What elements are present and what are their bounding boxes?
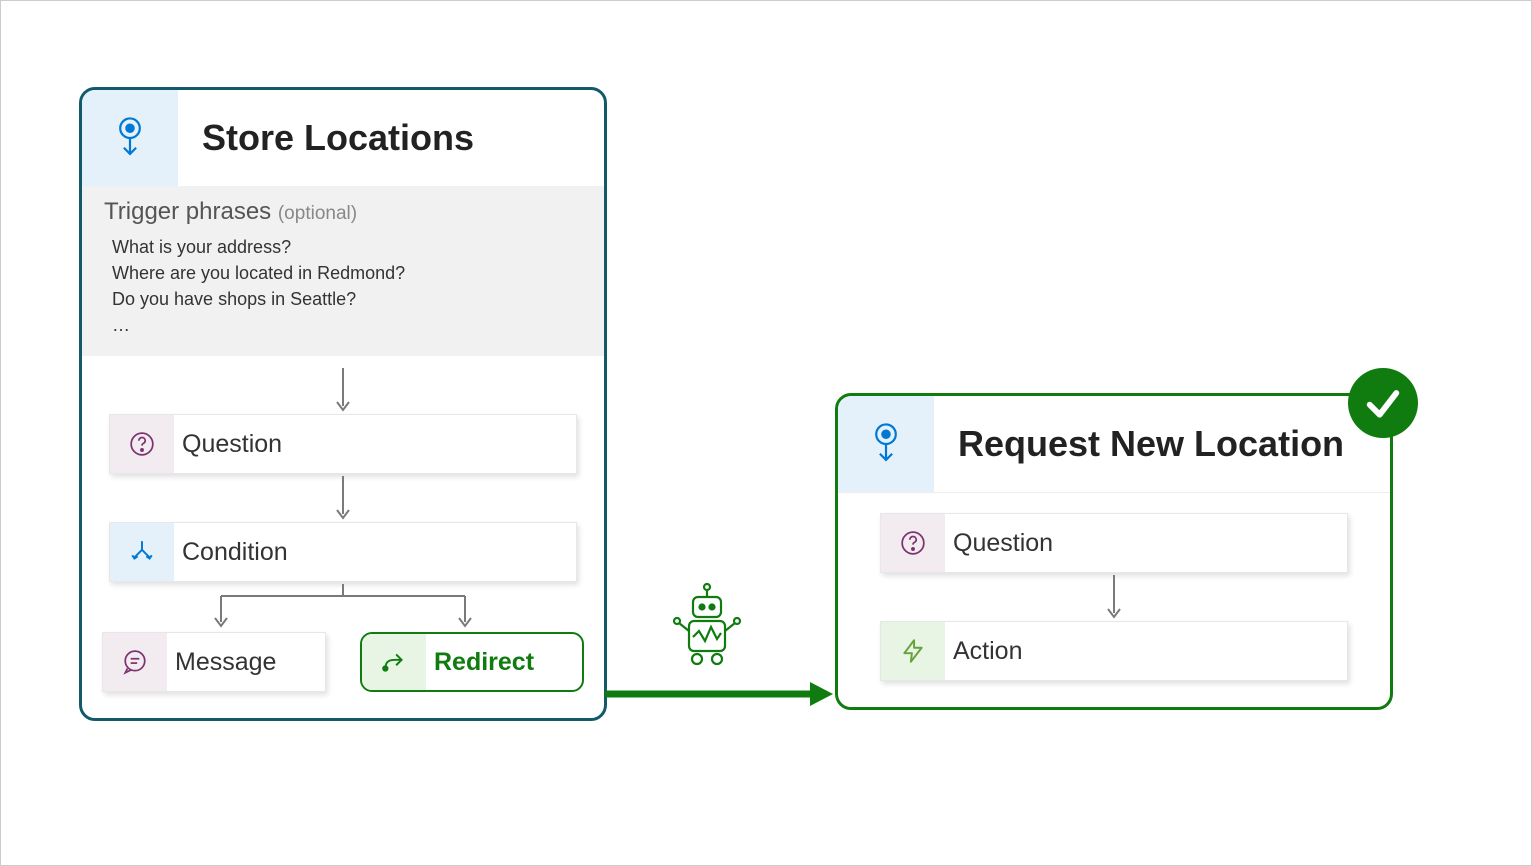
trigger-phrase: Do you have shops in Seattle? [112,286,582,312]
topic-header: Store Locations [82,90,604,186]
action-icon [881,622,945,680]
node-label: Question [945,529,1053,558]
topic-title: Request New Location [934,396,1390,492]
trigger-phrase: Where are you located in Redmond? [112,260,582,286]
trigger-phrase: What is your address? [112,234,582,260]
node-label: Condition [174,538,288,567]
condition-icon [110,523,174,581]
arrow-down-icon [102,366,584,414]
condition-node[interactable]: Condition [109,522,577,582]
arrow-down-icon [102,474,584,522]
topic-header: Request New Location [838,396,1390,492]
trigger-phrases-list: What is your address? Where are you loca… [104,234,582,338]
bot-icon [671,581,743,669]
check-icon [1348,368,1418,438]
message-icon [103,633,167,691]
question-icon [110,415,174,473]
topic-icon [838,396,934,492]
diagram-canvas: { "topic1": { "title": "Store Locations"… [1,1,1531,865]
topic-title: Store Locations [178,90,604,186]
node-label: Redirect [426,648,534,677]
question-node[interactable]: Question [109,414,577,474]
topic-icon [82,90,178,186]
connector-arrow-icon [605,679,835,709]
trigger-phrases-label: Trigger phrases [104,198,271,225]
topic-card-request-new-location: Request New Location Question [835,393,1393,710]
redirect-icon [362,634,426,690]
topic-card-store-locations: Store Locations Trigger phrases (optiona… [79,87,607,721]
node-label: Question [174,430,282,459]
branch-connector [102,582,584,630]
question-node[interactable]: Question [880,513,1348,573]
question-icon [881,514,945,572]
trigger-phrases-section: Trigger phrases (optional) What is your … [82,186,604,356]
trigger-phrases-heading: Trigger phrases (optional) [104,198,582,226]
flow-area: Question Action [838,492,1390,707]
redirect-node[interactable]: Redirect [360,632,584,692]
arrow-down-icon [858,573,1370,621]
message-node[interactable]: Message [102,632,326,692]
node-label: Action [945,637,1022,666]
action-node[interactable]: Action [880,621,1348,681]
node-label: Message [167,648,276,677]
trigger-optional-label: (optional) [278,203,357,224]
trigger-phrase: … [112,312,582,338]
flow-area: Question Conditio [82,356,604,718]
